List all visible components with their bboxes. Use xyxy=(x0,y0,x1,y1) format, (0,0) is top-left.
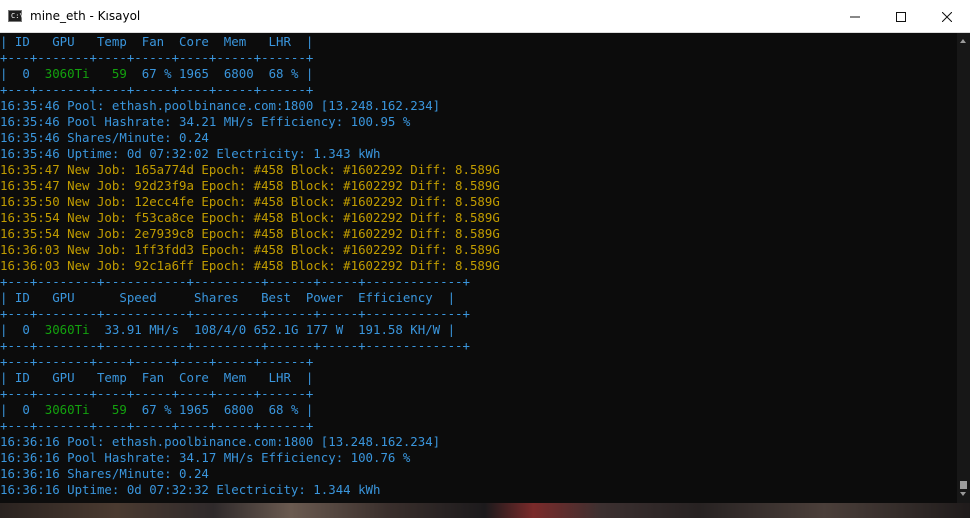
console-line: | 0 3060Ti 33.91 MH/s 108/4/0 652.1G 177… xyxy=(0,322,456,337)
window-title: mine_eth - Kısayol xyxy=(30,9,141,23)
console-line: 16:36:03 New Job: 92c1a6ff Epoch: #458 B… xyxy=(0,258,500,273)
console-line: 16:35:54 New Job: 2e7939c8 Epoch: #458 B… xyxy=(0,226,500,241)
console-line: +---+--------+-----------+---------+----… xyxy=(0,306,470,321)
console-line: 16:35:54 New Job: f53ca8ce Epoch: #458 B… xyxy=(0,210,500,225)
console-line: +---+-------+----+-----+----+-----+-----… xyxy=(0,354,314,369)
console-line: 16:35:46 Shares/Minute: 0.24 xyxy=(0,130,209,145)
scrollbar-thumb[interactable] xyxy=(960,481,967,489)
minimize-icon xyxy=(850,16,860,17)
minimize-button[interactable] xyxy=(832,0,878,33)
console-line: 16:35:46 Pool: ethash.poolbinance.com:18… xyxy=(0,98,441,113)
console-line: +---+-------+----+-----+----+-----+-----… xyxy=(0,418,314,433)
title-bar[interactable]: C:\ mine_eth - Kısayol xyxy=(0,0,970,33)
console-line: +---+--------+-----------+---------+----… xyxy=(0,338,470,353)
console-line: 16:35:47 New Job: 165a774d Epoch: #458 B… xyxy=(0,162,500,177)
console-line: 16:36:03 New Job: 1ff3fdd3 Epoch: #458 B… xyxy=(0,242,500,257)
console-line: | 0 3060Ti 59 67 % 1965 6800 68 % | xyxy=(0,66,314,81)
console-app-icon[interactable]: C:\ xyxy=(8,10,24,22)
console-line: | 0 3060Ti 59 67 % 1965 6800 68 % | xyxy=(0,402,314,417)
console-output[interactable]: | ID GPU Temp Fan Core Mem LHR | +---+---… xyxy=(0,33,957,503)
console-line: 16:35:47 New Job: 92d23f9a Epoch: #458 B… xyxy=(0,178,500,193)
close-icon xyxy=(942,11,952,22)
vertical-scrollbar[interactable] xyxy=(957,33,970,503)
maximize-icon xyxy=(896,11,906,22)
console-line: 16:36:16 Uptime: 0d 07:32:32 Electricity… xyxy=(0,482,381,497)
maximize-button[interactable] xyxy=(878,0,924,33)
console-line: +---+-------+----+-----+----+-----+-----… xyxy=(0,386,314,401)
console-line: 16:36:16 Pool Hashrate: 34.17 MH/s Effic… xyxy=(0,450,411,465)
close-button[interactable] xyxy=(924,0,970,33)
desktop-background-strip xyxy=(0,503,970,518)
console-line: | ID GPU Temp Fan Core Mem LHR | xyxy=(0,34,314,49)
console-line: | ID GPU Speed Shares Best Power Efficie… xyxy=(0,290,456,305)
console-line: 16:36:16 Shares/Minute: 0.24 xyxy=(0,466,209,481)
console-line: 16:35:50 New Job: 12ecc4fe Epoch: #458 B… xyxy=(0,194,500,209)
scroll-up-arrow-icon[interactable] xyxy=(960,39,966,43)
console-line: +---+--------+-----------+---------+----… xyxy=(0,274,470,289)
console-icon-glyph: C:\ xyxy=(11,12,24,20)
console-line: | ID GPU Temp Fan Core Mem LHR | xyxy=(0,370,314,385)
console-line: 16:36:16 Pool: ethash.poolbinance.com:18… xyxy=(0,434,441,449)
console-line: +---+-------+----+-----+----+-----+-----… xyxy=(0,82,314,97)
console-line: 16:35:46 Uptime: 0d 07:32:02 Electricity… xyxy=(0,146,381,161)
scroll-down-arrow-icon[interactable] xyxy=(960,492,966,496)
console-line: 16:35:46 Pool Hashrate: 34.21 MH/s Effic… xyxy=(0,114,411,129)
console-line: +---+-------+----+-----+----+-----+-----… xyxy=(0,50,314,65)
